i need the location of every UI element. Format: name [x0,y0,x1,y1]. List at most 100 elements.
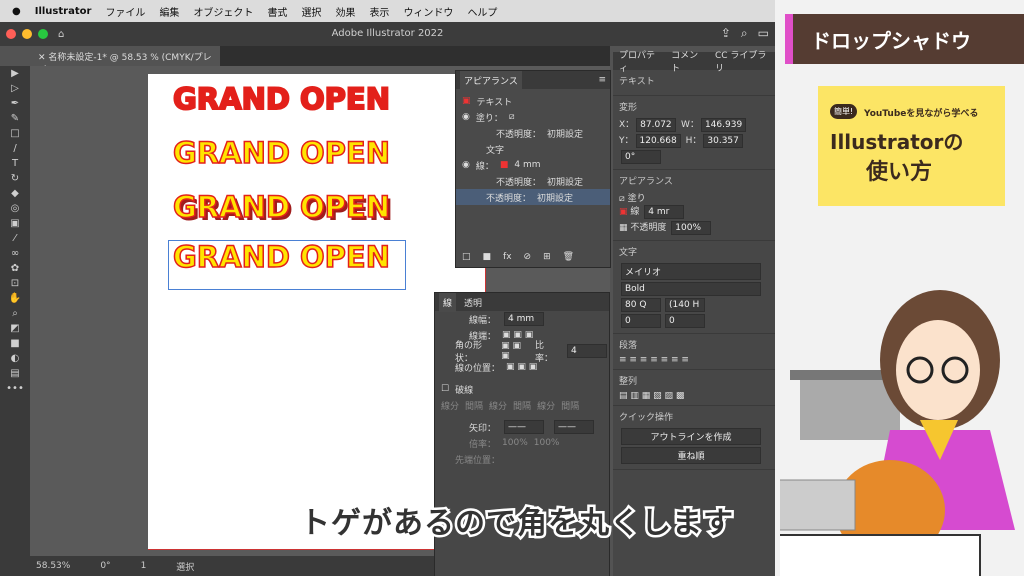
appearance-tab[interactable]: アピアランス [460,70,522,90]
rectangle-tool-icon[interactable]: □ [0,126,30,141]
scale-start[interactable]: 100% [502,438,528,448]
arrow-start-select[interactable]: —— [504,420,545,434]
paragraph-align-buttons[interactable]: ≡ ≡ ≡ ≡ ≡ ≡ ≡ [619,355,769,365]
menu-window[interactable]: ウィンドウ [403,4,453,19]
fx-icon[interactable]: fx [503,252,512,262]
eyedropper-tool-icon[interactable]: ⁄ [0,231,30,246]
cap-buttons[interactable]: ▣ ▣ ▣ [502,330,533,340]
hand-tool-icon[interactable]: ✋ [0,291,30,306]
type-tool-icon[interactable]: T [0,156,30,171]
visibility-icon[interactable]: ◉ [462,160,470,170]
text-swatch-icon: ▣ [462,96,471,106]
artboard-number[interactable]: 1 [141,561,147,571]
rotate-tool-icon[interactable]: ↻ [0,171,30,186]
stroke-tab[interactable]: 線 [439,292,457,312]
duplicate-icon[interactable]: ⊞ [543,252,551,262]
fill-none-icon[interactable]: ⧄ [619,194,625,204]
doc-tab[interactable]: ✕ 名称未設定-1* @ 58.53 % (CMYK/プレビュー) [30,46,220,76]
more-tools-icon[interactable]: ••• [0,381,30,396]
stroke-weight[interactable]: 4 mm [514,160,540,170]
stroke-swatch-icon[interactable]: ▣ [619,207,628,217]
menu-help[interactable]: ヘルプ [467,4,497,19]
fill-none-icon[interactable]: ⧄ [509,112,515,122]
artwork-text-3[interactable]: GRAND OPEN [172,189,391,225]
dash-checkbox[interactable]: ☐ [441,384,449,394]
clear-icon[interactable]: ⊘ [524,252,532,262]
object-opacity-label[interactable]: 不透明度： [486,191,531,204]
visibility-icon[interactable]: ◉ [462,112,470,122]
align-buttons[interactable]: ▤ ▥ ▦ ▧ ▨ ▩ [619,391,769,401]
create-outlines-button[interactable]: アウトラインを作成 [621,428,761,445]
menu-object[interactable]: オブジェクト [193,4,253,19]
rotate-input[interactable]: 0° [621,150,661,164]
y-input[interactable]: 120.668 [635,134,681,148]
ratio-input[interactable]: 4 [567,344,607,358]
paragraph-heading: 段落 [619,341,638,351]
workspace-icon[interactable]: ▭ [758,26,769,41]
title-bar: ⌂ Adobe Illustrator 2022 ⇪ ⌕ ▭ [0,22,775,46]
menu-app[interactable]: Illustrator [35,6,92,17]
width-input[interactable]: 4 mm [504,312,545,326]
warp-tool-icon[interactable]: ◎ [0,201,30,216]
stroke-label[interactable]: 線： [476,159,494,172]
stroke-opacity-label[interactable]: 不透明度： [496,175,541,188]
font-size-input[interactable]: 80 Q [621,298,661,312]
blend-tool-icon[interactable]: ∞ [0,246,30,261]
stroke-swatch-icon[interactable]: ■ [500,160,509,170]
panel-menu-icon[interactable]: ≡ [598,75,610,85]
selection-bounding-box[interactable] [168,240,406,290]
tab-comments[interactable]: コメント [671,48,707,74]
zoom-tool-icon[interactable]: ⌕ [0,306,30,321]
zoom-level[interactable]: 58.53% [36,561,70,571]
new-stroke-icon[interactable]: □ [462,252,471,262]
pen-tool-icon[interactable]: ✒ [0,96,30,111]
menu-effect[interactable]: 効果 [335,4,355,19]
curvature-tool-icon[interactable]: ✎ [0,111,30,126]
menu-type[interactable]: 書式 [267,4,287,19]
share-icon[interactable]: ⇪ [721,26,731,41]
opacity-input[interactable]: 100% [671,221,712,235]
menu-edit[interactable]: 編集 [159,4,179,19]
new-fill-icon[interactable]: ■ [483,252,492,262]
screen-mode-icon[interactable]: ▤ [0,366,30,381]
w-input[interactable]: 146.939 [700,118,747,132]
menu-file[interactable]: ファイル [105,4,145,19]
symbol-tool-icon[interactable]: ✿ [0,261,30,276]
fill-label[interactable]: 塗り [628,194,646,204]
align-buttons[interactable]: ▣ ▣ ▣ [506,362,537,372]
leading-input[interactable]: (140 H [665,298,705,312]
color-mode-icon[interactable]: ■ [0,336,30,351]
arrow-end-select[interactable]: —— [554,420,595,434]
font-family-select[interactable]: メイリオ [621,263,761,280]
h-input[interactable]: 30.357 [703,134,744,148]
fill-label[interactable]: 塗り： [476,111,503,124]
menu-view[interactable]: 表示 [369,4,389,19]
artboard-tool-icon[interactable]: ⊡ [0,276,30,291]
x-input[interactable]: 87.072 [636,118,677,132]
rotate-view[interactable]: 0° [100,561,110,571]
transparency-tab[interactable]: 透明 [456,296,482,309]
artwork-text-2[interactable]: GRAND OPEN [172,135,391,171]
tracking-input[interactable]: 0 [665,314,705,328]
arrange-button[interactable]: 重ね順 [621,447,761,464]
fill-stroke-icon[interactable]: ◩ [0,321,30,336]
scale-end[interactable]: 100% [534,438,560,448]
gradient-tool-icon[interactable]: ▣ [0,216,30,231]
trash-icon[interactable]: 🗑 [563,252,574,262]
selection-tool-icon[interactable]: ▶ [0,66,30,81]
corner-buttons[interactable]: ▣ ▣ ▣ [501,341,529,361]
stroke-weight-input[interactable]: 4 mr [644,205,685,219]
search-icon[interactable]: ⌕ [741,26,748,41]
tab-cc-libraries[interactable]: CC ライブラリ [715,48,775,74]
eraser-tool-icon[interactable]: ◆ [0,186,30,201]
fill-opacity-label[interactable]: 不透明度： [496,127,541,140]
font-style-select[interactable]: Bold [621,282,761,296]
kerning-input[interactable]: 0 [621,314,661,328]
artwork-text-1[interactable]: GRAND OPEN [172,81,391,117]
tab-properties[interactable]: プロパティ [619,48,663,74]
brush-tool-icon[interactable]: / [0,141,30,156]
draw-mode-icon[interactable]: ◐ [0,351,30,366]
direct-selection-tool-icon[interactable]: ▷ [0,81,30,96]
apple-icon[interactable]: ● [12,6,21,17]
menu-select[interactable]: 選択 [301,4,321,19]
